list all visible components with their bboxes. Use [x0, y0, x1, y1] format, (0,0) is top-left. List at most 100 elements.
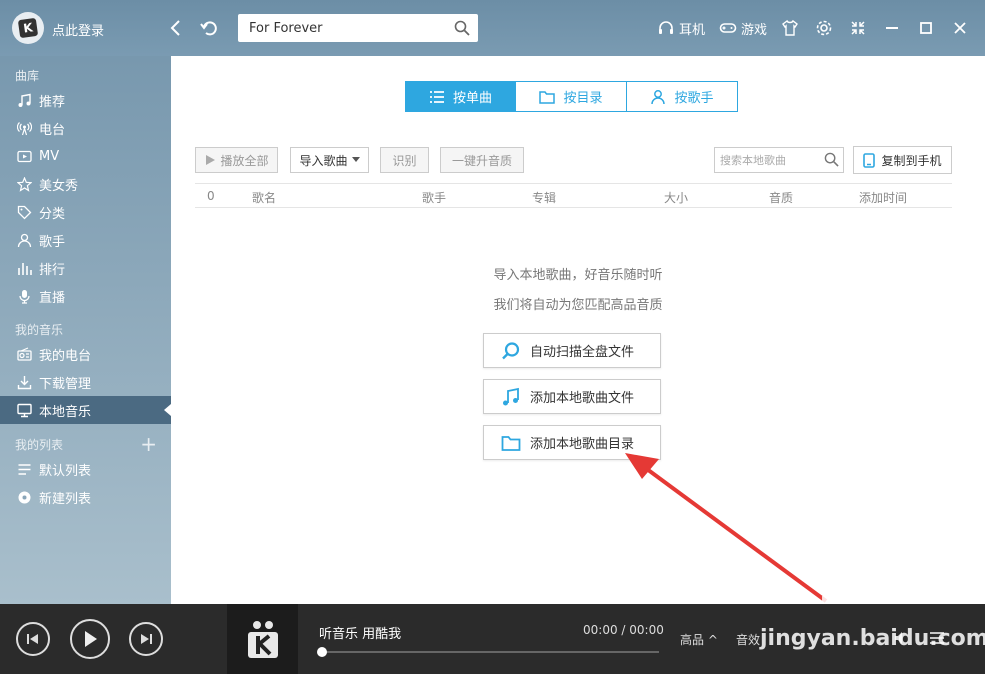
sidebar-item-default-list[interactable]: 默认列表 [0, 455, 171, 483]
tag-icon [17, 205, 32, 219]
copy-label: 复制到手机 [881, 153, 942, 168]
quality-selector[interactable]: 高品 ^ [680, 631, 718, 648]
video-icon [17, 150, 32, 162]
column-size[interactable]: 大小 [664, 189, 688, 206]
back-chevron-icon[interactable] [166, 18, 186, 38]
main-panel: 按单曲 按目录 按歌手 播放全部 导入歌曲 识别 一键升音质 复 [171, 56, 985, 627]
annotation-arrow [625, 453, 828, 603]
sidebar-item-label: 歌手 [39, 234, 66, 250]
gamepad-icon [719, 23, 737, 33]
chevron-down-icon [351, 157, 360, 162]
sidebar-item-singer[interactable]: 歌手 [0, 226, 171, 254]
download-icon [17, 375, 32, 389]
tab-by-singer[interactable]: 按歌手 [627, 81, 738, 112]
upgrade-label: 一键升音质 [451, 153, 512, 168]
watermark-url: jingyan.baidu.com [760, 626, 985, 651]
phone-icon [863, 152, 876, 168]
copy-to-phone-button[interactable]: 复制到手机 [853, 146, 952, 174]
upgrade-quality-button[interactable]: 一键升音质 [440, 147, 524, 173]
section-my-lists-label: 我的列表 [15, 438, 64, 452]
play-all-label: 播放全部 [220, 153, 269, 168]
sound-effects-button[interactable]: 音效 [736, 631, 760, 648]
skin-tshirt-icon[interactable] [781, 19, 799, 37]
scan-label: 自动扫描全盘文件 [530, 345, 635, 360]
search-icon[interactable] [454, 20, 470, 36]
add-list-plus-icon[interactable]: + [140, 434, 157, 454]
column-added-time[interactable]: 添加时间 [859, 189, 907, 206]
scan-all-disks-button[interactable]: 自动扫描全盘文件 [483, 333, 661, 368]
sidebar-item-my-radio[interactable]: 我的电台 [0, 340, 171, 368]
sidebar-item-live[interactable]: 直播 [0, 282, 171, 310]
sidebar-item-category[interactable]: 分类 [0, 198, 171, 226]
sidebar-item-mv[interactable]: MV [0, 142, 171, 170]
search-icon[interactable] [824, 152, 839, 167]
list-icon [18, 463, 31, 475]
close-icon[interactable] [951, 19, 969, 37]
song-table-header: 0 歌名 歌手 专辑 大小 音质 添加时间 [195, 183, 952, 208]
album-cover[interactable] [227, 604, 298, 674]
quality-label: 高品 [680, 633, 705, 647]
headphone-button[interactable]: 耳机 [657, 19, 705, 38]
import-songs-dropdown[interactable]: 导入歌曲 [290, 147, 369, 173]
sidebar-item-radio[interactable]: 电台 [0, 114, 171, 142]
sidebar-item-new-list[interactable]: 新建列表 [0, 483, 171, 511]
top-search-box [238, 14, 478, 42]
sidebar-item-label: 下载管理 [39, 376, 92, 392]
sidebar-item-recommend[interactable]: 推荐 [0, 86, 171, 114]
sidebar-item-beauty-show[interactable]: 美女秀 [0, 170, 171, 198]
add-local-files-button[interactable]: 添加本地歌曲文件 [483, 379, 661, 414]
chart-icon [18, 262, 32, 275]
sidebar-item-label: 电台 [39, 122, 66, 138]
sidebar-item-label: 美女秀 [39, 178, 79, 194]
section-my-music-title: 我的音乐 [15, 323, 64, 337]
minimize-icon[interactable] [883, 19, 901, 37]
progress-bar[interactable] [317, 647, 659, 657]
local-search-input[interactable] [715, 148, 819, 172]
star-icon [17, 176, 32, 192]
top-search-input[interactable] [238, 14, 438, 42]
tab-by-song[interactable]: 按单曲 [405, 81, 516, 112]
sidebar: 曲库 推荐 电台 MV 美女秀 分类 歌手 排行 直播 我的音乐 我的电台 下载… [0, 56, 171, 604]
top-right-controls: 耳机 游戏 [657, 0, 985, 56]
play-all-button[interactable]: 播放全部 [195, 147, 278, 173]
sidebar-item-label: MV [39, 148, 60, 164]
kuwo-logo[interactable]: K [12, 12, 44, 44]
play-icon [85, 631, 97, 647]
volume-icon[interactable] [893, 630, 909, 646]
column-album[interactable]: 专辑 [532, 189, 556, 206]
settings-gear-icon[interactable] [815, 19, 833, 37]
previous-button[interactable] [16, 622, 50, 656]
sidebar-item-label: 我的电台 [39, 348, 92, 364]
mini-mode-icon[interactable] [849, 19, 867, 37]
sidebar-item-download-manager[interactable]: 下载管理 [0, 368, 171, 396]
empty-hint-1: 导入本地歌曲，好音乐随时听 [493, 268, 663, 283]
add-files-label: 添加本地歌曲文件 [530, 391, 635, 406]
sidebar-item-ranking[interactable]: 排行 [0, 254, 171, 282]
tab-label: 按目录 [563, 91, 603, 106]
folder-icon [539, 90, 556, 104]
maximize-icon[interactable] [917, 19, 935, 37]
column-quality[interactable]: 音质 [769, 189, 793, 206]
column-singer[interactable]: 歌手 [422, 189, 446, 206]
section-library-title: 曲库 [15, 69, 40, 83]
sidebar-item-label: 直播 [39, 290, 66, 306]
next-button[interactable] [129, 622, 163, 656]
list-icon [429, 90, 444, 103]
microphone-icon [19, 289, 30, 304]
login-link[interactable]: 点此登录 [52, 20, 104, 39]
column-title[interactable]: 歌名 [252, 189, 276, 206]
progress-handle[interactable] [317, 647, 327, 657]
game-button[interactable]: 游戏 [719, 19, 767, 38]
refresh-icon[interactable] [199, 18, 219, 38]
playlist-icon[interactable] [929, 630, 945, 646]
play-button[interactable] [70, 619, 110, 659]
playback-time: 00:00 / 00:00 [583, 623, 664, 637]
sidebar-item-local-music[interactable]: 本地音乐 [0, 396, 171, 424]
tab-by-folder[interactable]: 按目录 [516, 81, 627, 112]
person-icon [651, 89, 666, 104]
section-my-lists-title: 我的列表 + [0, 434, 171, 455]
sidebar-item-label: 分类 [39, 206, 66, 222]
identify-button[interactable]: 识别 [380, 147, 429, 173]
sidebar-item-label: 新建列表 [39, 491, 92, 507]
column-count[interactable]: 0 [207, 189, 215, 203]
